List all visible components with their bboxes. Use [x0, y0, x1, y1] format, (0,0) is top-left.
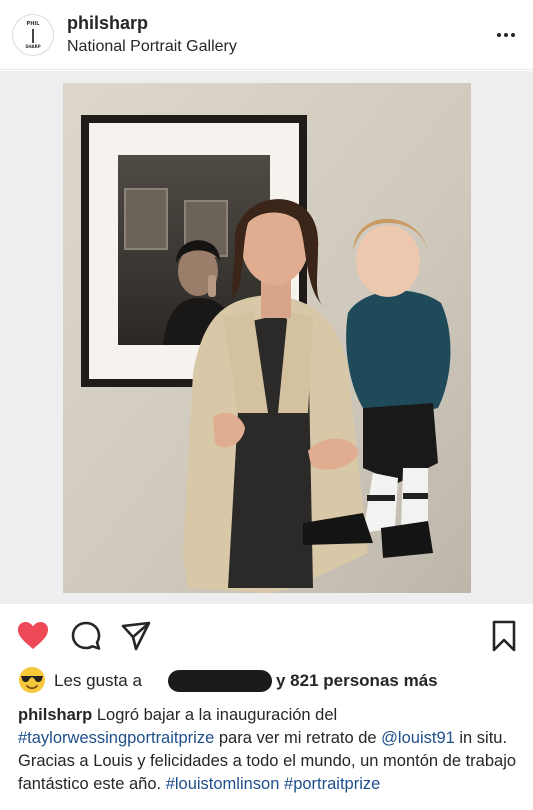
avatar-top-text: PHIL [26, 21, 40, 27]
sunglasses-emoji-icon [19, 667, 45, 693]
mention-link[interactable]: @louist91 [381, 729, 455, 747]
hashtag-link[interactable]: #louistomlinson [166, 775, 280, 793]
post-username[interactable]: philsharp [67, 13, 148, 34]
avatar-mark [32, 29, 34, 43]
heart-filled-icon[interactable] [15, 618, 51, 654]
post-image-area[interactable] [0, 71, 533, 604]
more-options-icon[interactable] [488, 23, 522, 47]
likes-count[interactable]: y 821 personas más [276, 671, 438, 691]
caption-username[interactable]: philsharp [18, 706, 92, 724]
hashtag-link[interactable]: #taylorwessingportraitprize [18, 729, 214, 747]
bookmark-icon[interactable] [486, 618, 522, 654]
redacted-username[interactable] [168, 670, 272, 692]
hashtag-link[interactable]: #portraitprize [284, 775, 380, 793]
comment-icon[interactable] [68, 618, 104, 654]
post-location[interactable]: National Portrait Gallery [67, 38, 237, 56]
likes-prefix: Les gusta a [54, 671, 142, 690]
post-actions [0, 610, 533, 662]
avatar-bottom-text: SHARP [25, 44, 41, 49]
caption-text: para ver mi retrato de [214, 729, 382, 747]
post-header: PHIL SHARP philsharp National Portrait G… [0, 0, 533, 70]
caption-text: Logró bajar a la inauguración del [92, 706, 338, 724]
avatar[interactable]: PHIL SHARP [12, 14, 54, 56]
post-photo [63, 83, 471, 593]
direct-share-icon[interactable] [118, 618, 154, 654]
likes-row: Les gusta a y 821 personas más [18, 666, 528, 696]
post-caption: philsharp Logró bajar a la inauguración … [18, 704, 523, 796]
